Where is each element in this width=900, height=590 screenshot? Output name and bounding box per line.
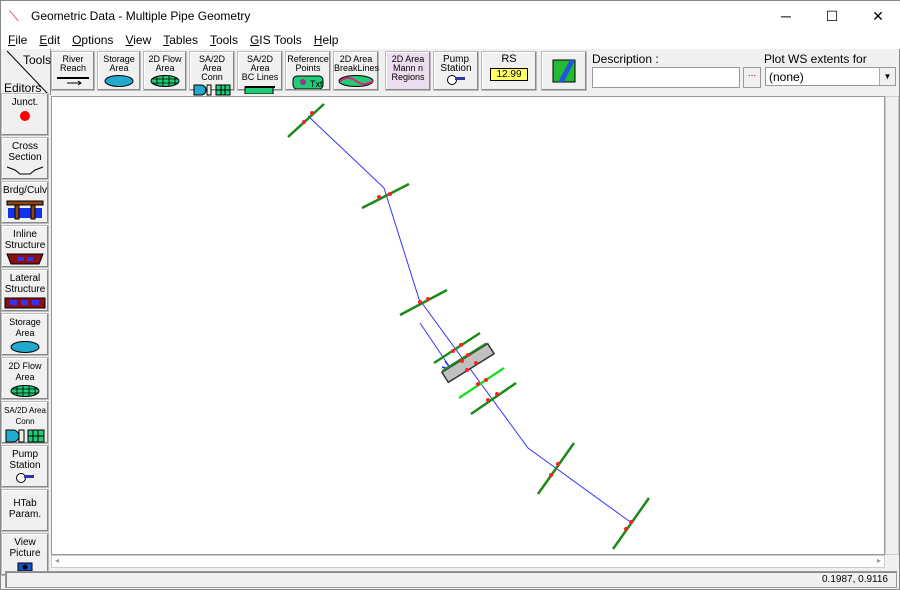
editor-pump-station[interactable]: Pump Station [1,445,49,488]
vertical-scrollbar[interactable] [885,96,899,555]
sa-2d-area-conn-button[interactable]: SA/2D Area Conn [189,51,235,96]
minimize-button[interactable]: ─ [763,1,809,31]
reach-line [307,115,630,522]
menu-edit[interactable]: Edit [32,31,65,49]
description-input[interactable] [592,67,740,88]
editor-lateral-structure[interactable]: Lateral Structure [1,269,49,312]
menu-gis-tools[interactable]: GIS Tools [243,31,307,49]
description-label: Description : [592,52,659,66]
camera-icon [17,562,33,571]
window-title: Geometric Data - Multiple Pipe Geometry [31,9,251,23]
cross-section-line [470,381,517,416]
breaklines-icon [338,75,374,87]
bc-lines-icon [244,86,275,94]
storage-area-button[interactable]: Storage Area [97,51,141,91]
editor-junction[interactable]: Junct. [1,93,49,136]
junction-icon [20,111,30,121]
river-reach-button[interactable]: River Reach [51,51,95,91]
lateral-structure-icon [4,297,46,309]
rs-button[interactable]: RS 12.99 [481,51,537,91]
xs-nodes [302,111,633,531]
cross-sections [287,103,651,550]
sa-2d-area-bc-lines-button[interactable]: SA/2D Area BC Lines [237,51,283,94]
map-icon [552,59,576,83]
editor-htab-param[interactable]: HTab Param. [1,489,49,532]
background-map-button[interactable] [541,51,587,91]
editor-sa-2d-area-conn[interactable]: SA/2D Area Conn [1,401,49,444]
menu-tools[interactable]: Tools [203,31,243,49]
2d-flow-area-icon [10,385,40,397]
editor-view-picture[interactable]: View Picture [1,533,49,576]
river-reach-icon [57,77,89,85]
plot-ws-selected: (none) [769,70,804,84]
menu-help[interactable]: Help [307,31,344,49]
tools-editors-tab[interactable]: Tools Editors [1,49,51,95]
storage-area-icon [10,341,40,353]
sa-2d-conn-icon [5,429,45,443]
editor-inline-structure[interactable]: Inline Structure [1,225,49,268]
status-bar: 0.1987, 0.9116 [5,571,897,588]
maximize-button[interactable]: ☐ [809,1,855,31]
svg-text:Txt: Txt [310,79,323,89]
menu-file[interactable]: File [1,31,32,49]
app-icon: ⟍ [9,8,19,24]
2d-flow-area-icon [150,75,180,87]
tools-label: Tools [23,53,52,67]
cross-section-line [399,288,448,317]
scroll-left-icon[interactable]: ◂ [55,556,59,565]
storage-area-icon [104,75,134,87]
geometry-canvas[interactable] [51,96,885,555]
chevron-down-icon: ▼ [879,68,895,85]
pump-icon [16,473,34,483]
cross-section-line [536,442,576,495]
pump-station-button[interactable]: Pump Station [433,51,479,91]
culvert-structure [440,342,496,384]
rs-tag-icon: 12.99 [490,68,528,81]
cross-section-icon [6,166,44,175]
reference-points-button[interactable]: Reference Points Txt [285,51,331,91]
menu-view[interactable]: View [118,31,156,49]
bridge-culvert-icon [6,200,44,220]
coordinates-readout: 0.1987, 0.9116 [822,574,888,585]
2d-flow-area-button[interactable]: 2D Flow Area [143,51,187,91]
description-expand-button[interactable]: ... [743,67,761,88]
menu-options[interactable]: Options [65,31,118,49]
sa-2d-conn-icon [193,84,231,96]
editor-2d-flow-area[interactable]: 2D Flow Area [1,357,49,400]
close-button[interactable]: ✕ [855,1,900,31]
menu-bar: File Edit Options View Tables Tools GIS … [1,31,900,49]
2d-area-breaklines-button[interactable]: 2D Area BreakLines [333,51,379,91]
toolbar: Tools Editors River Reach Storage Area 2D … [1,49,900,96]
editor-bridge-culvert[interactable]: Brdg/Culv [1,181,49,224]
scroll-right-icon[interactable]: ▸ [877,556,881,565]
2d-area-mann-n-regions-button[interactable]: 2D Area Mann n Regions [385,51,431,91]
editor-storage-area[interactable]: Storage Area [1,313,49,356]
plot-ws-profile-select[interactable]: (none) ▼ [765,67,896,86]
cross-section-line [287,103,325,138]
pump-icon [447,75,465,85]
schematic [287,103,651,550]
editor-cross-section[interactable]: Cross Section [1,137,49,180]
inline-structure-icon [6,253,44,265]
menu-tables[interactable]: Tables [156,31,203,49]
editors-sidebar: Junct. Cross Section Brdg/Culv Inline Stru… [1,93,49,577]
horizontal-scrollbar[interactable]: ◂ ▸ [51,555,885,568]
reference-points-icon: Txt [292,75,324,89]
cross-section-line [361,182,410,210]
